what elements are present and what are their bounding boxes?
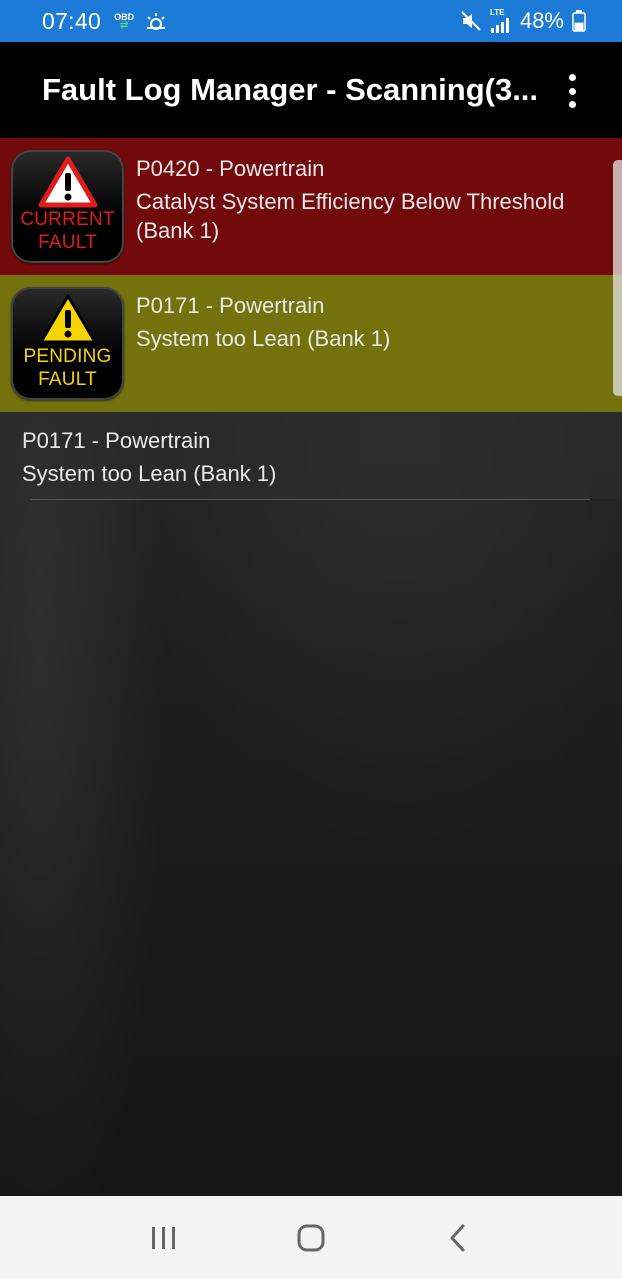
fault-description: System too Lean (Bank 1) [136,326,391,351]
mute-icon [461,11,481,31]
battery-percent: 48% [519,8,564,33]
overflow-menu-icon[interactable] [564,74,580,108]
obd-icon: OBD ⇄ [114,12,134,31]
back-button[interactable] [428,1208,488,1268]
status-system-icons: LTE 48% [460,8,586,34]
recent-apps-button[interactable] [134,1208,194,1268]
fault-code: P0171 - Powertrain [136,293,325,318]
fault-description: Catalyst System Efficiency Below Thresho… [136,189,565,243]
fault-row-stored[interactable]: P0171 - Powertrain System too Lean (Bank… [0,412,622,499]
status-time: 07:40 [42,7,102,34]
badge-line1: PENDING [23,346,112,367]
weather-icon [147,13,166,30]
fault-row-current[interactable]: CURRENT FAULT P0420 - Powertrain Catalys… [0,138,622,275]
fault-details: P0171 - Powertrain System too Lean (Bank… [136,291,608,353]
fault-row-pending[interactable]: PENDING FAULT P0171 - Powertrain System … [0,275,622,412]
recent-apps-icon [151,1226,175,1249]
current-fault-badge: CURRENT FAULT [11,150,124,263]
navigation-bar [0,1196,622,1279]
fault-details: P0420 - Powertrain Catalyst System Effic… [136,154,608,245]
fault-description: System too Lean (Bank 1) [22,461,277,486]
fault-code: P0171 - Powertrain [22,428,211,453]
pending-fault-badge: PENDING FAULT [11,287,124,400]
app-bar: Fault Log Manager - Scanning(3... [0,42,622,138]
home-button[interactable] [281,1208,341,1268]
fault-code: P0420 - Powertrain [136,156,325,181]
warning-triangle-icon [38,156,97,208]
network-label: LTE [489,8,505,17]
status-notification-icons: OBD ⇄ [114,12,168,30]
lte-signal-icon: LTE [490,9,512,33]
sync-arrows-icon: ⇄ [119,19,129,31]
badge-line2: FAULT [38,232,97,253]
fault-details: P0171 - Powertrain System too Lean (Bank… [22,426,608,488]
warning-triangle-icon [39,294,96,344]
badge-line1: CURRENT [20,209,115,230]
badge-line2: FAULT [38,369,97,390]
fault-list[interactable]: CURRENT FAULT P0420 - Powertrain Catalys… [0,138,622,1196]
app-title: Fault Log Manager - Scanning(3... [42,72,539,107]
home-icon [297,1224,325,1251]
status-bar: 07:40 OBD ⇄ LTE 48% [0,0,622,42]
back-icon [450,1224,465,1251]
scrollbar[interactable] [613,160,622,396]
list-divider [30,499,590,500]
battery-icon [572,10,586,32]
